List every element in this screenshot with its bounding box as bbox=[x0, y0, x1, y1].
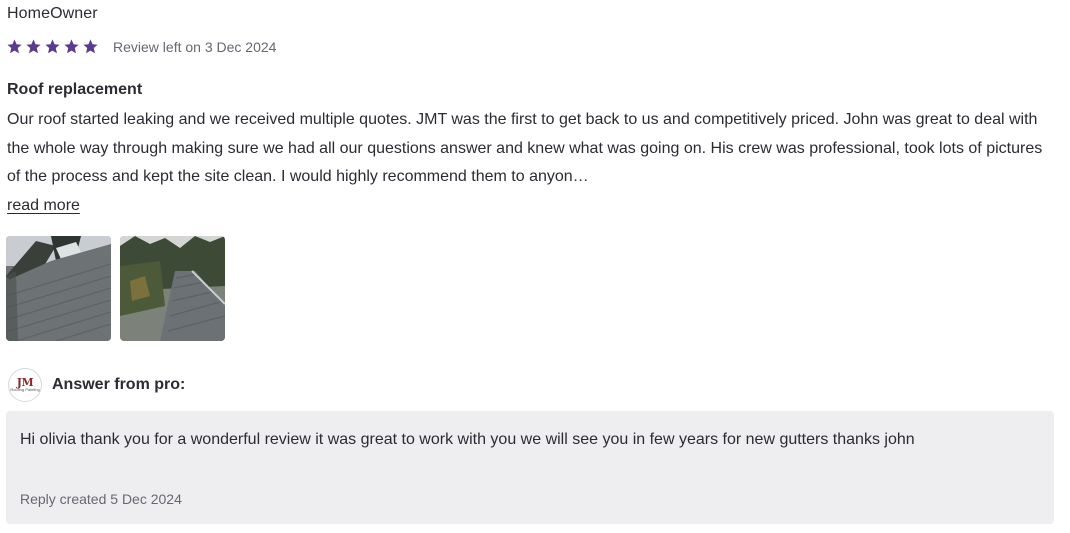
star-icon bbox=[6, 38, 23, 55]
star-rating bbox=[6, 38, 99, 55]
pro-reply-box: Hi olivia thank you for a wonderful revi… bbox=[6, 411, 1054, 524]
star-icon bbox=[63, 38, 80, 55]
pro-answer-header: JM Roofing Painting Answer from pro: bbox=[8, 368, 185, 402]
review-body: Our roof started leaking and we received… bbox=[7, 111, 1043, 185]
pro-reply-text: Hi olivia thank you for a wonderful revi… bbox=[20, 431, 915, 448]
star-icon bbox=[44, 38, 61, 55]
review-date: Review left on 3 Dec 2024 bbox=[113, 38, 277, 55]
read-more-link[interactable]: read more bbox=[7, 192, 80, 220]
pro-logo-subtext: Roofing Painting bbox=[10, 387, 40, 392]
star-icon bbox=[25, 38, 42, 55]
pro-answer-heading: Answer from pro: bbox=[52, 376, 186, 393]
review-title: Roof replacement bbox=[7, 81, 143, 98]
pro-logo[interactable]: JM Roofing Painting bbox=[8, 368, 42, 402]
pro-reply-date: Reply created 5 Dec 2024 bbox=[20, 491, 182, 507]
reviewer-name: HomeOwner bbox=[7, 5, 98, 22]
rating-row: Review left on 3 Dec 2024 bbox=[6, 38, 276, 55]
review-photo-2[interactable] bbox=[120, 236, 225, 341]
star-icon bbox=[82, 38, 99, 55]
review-photo-1[interactable] bbox=[6, 236, 111, 341]
